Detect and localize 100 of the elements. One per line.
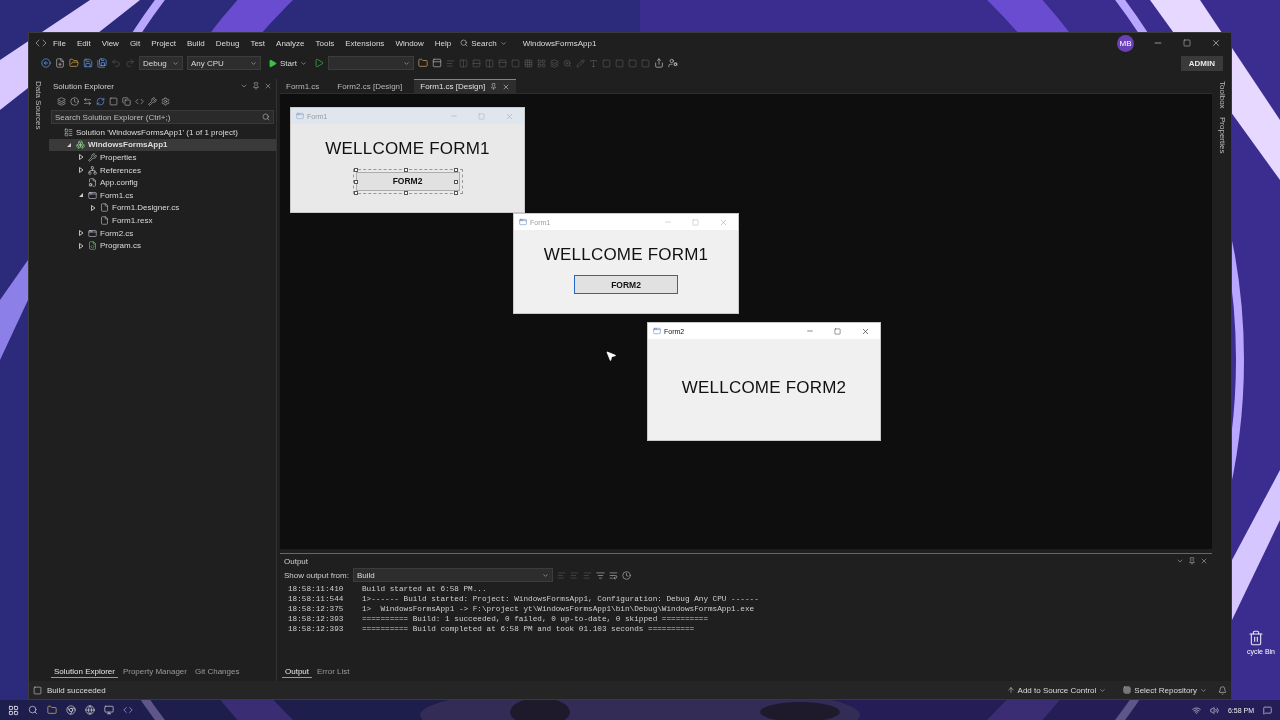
tree-item[interactable]: References [49,163,276,177]
tree-item[interactable]: Form1.Designer.cs [49,201,276,215]
save-icon[interactable] [83,58,93,68]
filter-icon[interactable] [595,570,605,580]
collapse-arrow-icon[interactable] [66,141,72,148]
close-button[interactable] [1211,38,1221,48]
resize-handle[interactable] [453,179,458,184]
wrench-icon[interactable] [148,96,157,106]
admin-button[interactable]: ADMIN [1180,55,1223,71]
menu-item[interactable]: Extensions [340,36,390,50]
settings-icon[interactable] [161,96,170,106]
search-button[interactable]: Search [457,38,510,48]
side-tab[interactable]: Data Sources [33,81,43,130]
panel-tab[interactable]: Output [282,666,312,678]
browser-icon[interactable] [66,705,76,715]
repository-button[interactable]: Select Repository [1117,685,1213,695]
maximize-button[interactable] [834,327,841,335]
user-icon[interactable] [667,58,678,68]
grid-icon[interactable] [523,58,533,68]
form-button[interactable]: FORM2 [574,275,678,294]
source-control-button[interactable]: Add to Source Control [1000,685,1113,695]
dropdown-icon[interactable] [1176,557,1184,565]
menu-item[interactable]: Git [124,36,146,50]
folder-icon[interactable] [417,58,428,68]
configuration-dropdown[interactable]: Debug [139,56,183,70]
tree-item[interactable]: Form2.cs [49,226,276,240]
account-avatar[interactable]: MB [1117,34,1134,52]
share-icon[interactable] [653,58,664,68]
search-icon[interactable] [28,705,38,715]
menu-item[interactable]: Build [182,36,210,50]
network-icon[interactable] [1191,705,1201,715]
monitor-icon[interactable] [104,705,114,715]
run-icon[interactable] [313,58,324,68]
menu-item[interactable]: File [48,36,71,50]
resize-handle[interactable] [403,190,408,195]
editor-tab[interactable]: Form1.cs [Design] [414,79,517,93]
menu-item[interactable]: Edit [71,36,96,50]
resize-handle[interactable] [453,167,458,172]
menu-item[interactable]: Analyze [271,36,310,50]
tree-item[interactable]: Properties [49,151,276,164]
expand-arrow-icon[interactable] [90,204,96,211]
pin-icon[interactable] [252,82,260,90]
resize-handle[interactable] [453,190,458,195]
notifications-icon[interactable] [1263,705,1272,715]
expand-arrow-icon[interactable] [78,242,84,249]
layout-grid-icon[interactable] [536,58,546,68]
menu-item[interactable]: Help [429,36,457,50]
recycle-bin-icon[interactable] [1248,630,1264,646]
tree-item[interactable]: Program.cs [49,239,276,252]
back-icon[interactable] [41,58,51,68]
window-icon[interactable] [431,58,442,68]
menu-item[interactable]: Debug [210,36,245,50]
close-icon[interactable] [264,82,272,90]
panel-tab[interactable]: Solution Explorer [51,666,118,678]
menu-item[interactable]: Tools [310,36,340,50]
side-tab[interactable]: Properties [1217,116,1227,154]
search-field[interactable]: Search Solution Explorer (Ctrl+;) [51,110,274,124]
panel-tab[interactable]: Error List [314,666,353,678]
tree-item[interactable]: Form1.cs [49,188,276,202]
menu-item[interactable]: Project [146,36,182,50]
globe-icon[interactable] [85,705,95,715]
bell-icon[interactable] [1218,685,1227,695]
resize-handle[interactable] [353,167,358,172]
start-icon[interactable] [8,704,19,716]
volume-icon[interactable] [1209,705,1219,715]
copy-icon[interactable] [122,96,131,106]
tree-item[interactable]: Solution 'WindowsFormsApp1' (1 of 1 project) [49,126,276,139]
tree-item[interactable]: WindowsFormsApp1 [49,138,276,152]
close-icon[interactable] [1200,557,1208,565]
tree-item[interactable]: Form1.resx [49,214,276,227]
collapse-arrow-icon[interactable] [78,192,84,199]
pin-icon[interactable] [1188,557,1196,565]
output-source-dropdown[interactable]: Build [352,568,553,582]
menu-item[interactable]: View [96,36,124,50]
open-folder-icon[interactable] [69,58,79,68]
resize-handle[interactable] [403,167,408,172]
expand-arrow-icon[interactable] [78,230,84,237]
tree-item[interactable]: App.config [49,176,276,189]
clock-icon[interactable] [621,570,631,580]
editor-tab[interactable]: Form1.cs [280,79,326,93]
switch-icon[interactable] [83,96,92,106]
new-file-icon[interactable] [55,58,65,68]
resize-handle[interactable] [353,190,358,195]
resize-handle[interactable] [353,179,358,184]
form-button[interactable]: FORM2 [355,171,460,191]
menu-item[interactable]: Window [390,36,429,50]
expand-arrow-icon[interactable] [78,167,84,174]
code-icon[interactable] [135,96,144,106]
save-all-icon[interactable] [97,58,107,68]
folder-icon[interactable] [47,705,57,715]
platform-dropdown[interactable]: Any CPU [187,56,261,70]
history-icon[interactable] [70,96,79,106]
code-icon[interactable] [123,705,133,715]
start-button[interactable]: Start [265,58,310,68]
expand-arrow-icon[interactable] [78,154,84,161]
refresh-icon[interactable] [96,96,105,106]
panel-tab[interactable]: Git Changes [191,666,243,678]
editor-tab[interactable]: Form2.cs [Design] [331,79,409,93]
side-tab[interactable]: Toolbox [1217,81,1227,109]
dropdown-icon[interactable] [240,82,248,90]
